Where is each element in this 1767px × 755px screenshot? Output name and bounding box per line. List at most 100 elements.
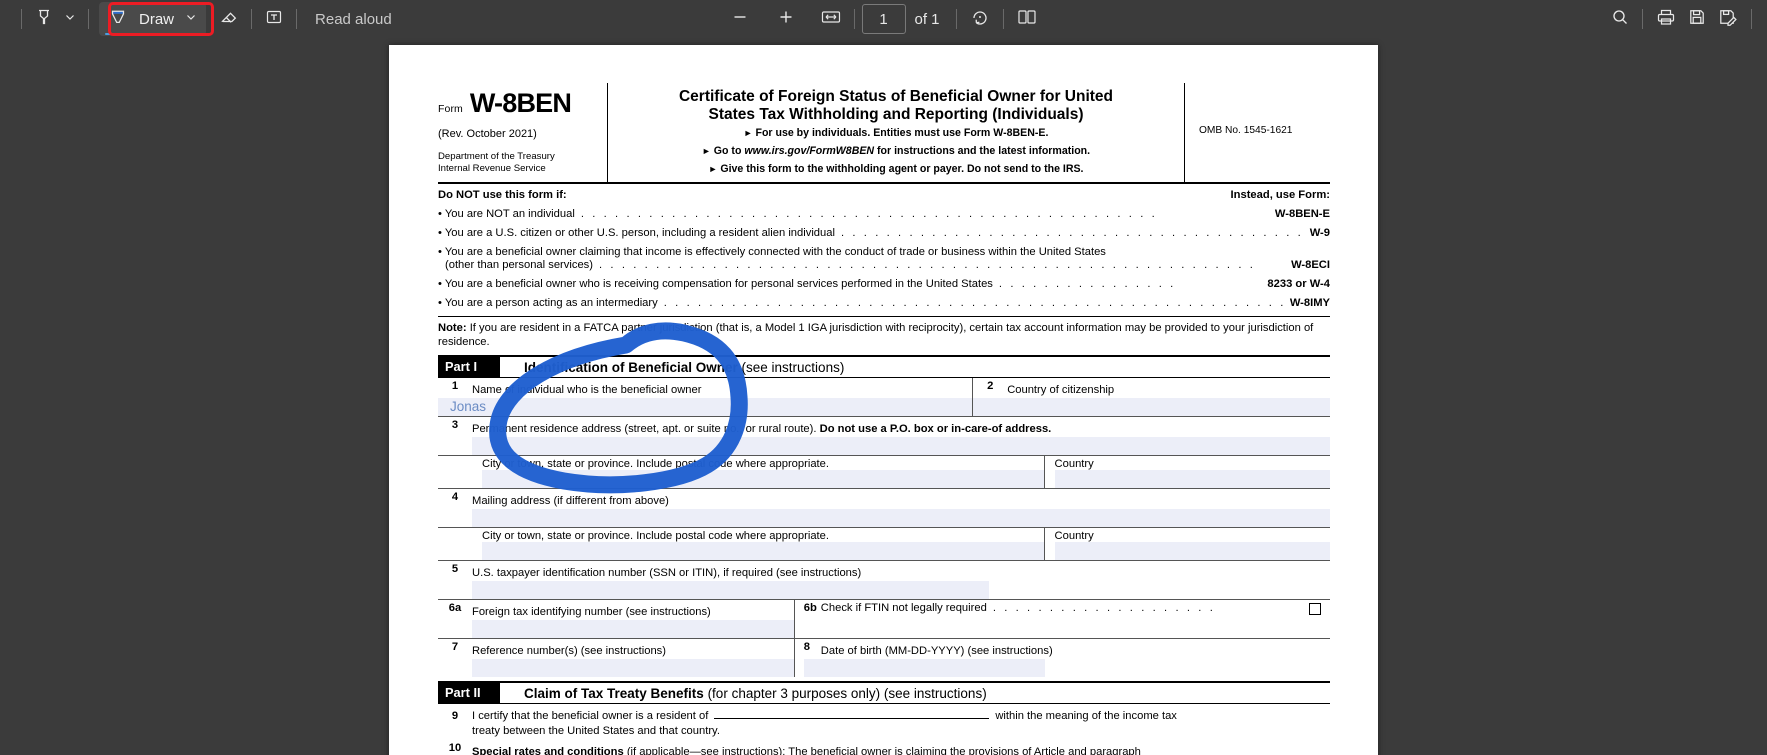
field-1-input[interactable]: Jonas — [438, 398, 973, 416]
field-3c-input[interactable] — [1054, 470, 1330, 488]
field-6a-input[interactable] — [472, 620, 794, 638]
draw-tool-group[interactable]: Draw — [99, 2, 207, 36]
read-aloud-button[interactable]: Read aloud — [304, 4, 403, 34]
field-3b-label: City or town, state or province. Include… — [482, 458, 829, 470]
field-3-label-normal: Permanent residence address (street, apt… — [472, 423, 820, 435]
leader-dots: . . . . . . . . . . . . . . . . — [998, 278, 1176, 290]
field-name-cell: 1 Name of individual who is the beneficia… — [438, 378, 974, 416]
field-7-label: Reference number(s) (see instructions) — [472, 645, 666, 657]
eraser-button[interactable] — [214, 4, 244, 34]
pdf-page[interactable]: Form W-8BEN (Rev. October 2021) Departme… — [389, 45, 1378, 755]
page-layout-icon — [1016, 7, 1038, 32]
field-9-label-line: 9 I certify that the beneficial owner is… — [438, 707, 1330, 722]
field-5-value — [472, 582, 484, 597]
item-label: You are a beneficial owner who is receiv… — [444, 278, 993, 290]
field-4-input[interactable] — [472, 509, 1330, 527]
field-3-value — [472, 438, 484, 453]
field-6a-value — [472, 621, 484, 636]
do-not-use-heading: Do NOT use this form if: — [438, 189, 567, 201]
form-row-5: 5 U.S. taxpayer identification number (SS… — [438, 561, 1330, 600]
add-text-button[interactable] — [259, 4, 289, 34]
field-7-input[interactable] — [472, 659, 794, 677]
zoom-out-button[interactable] — [724, 4, 754, 34]
triangle-right-icon: ► — [743, 128, 753, 138]
field-citizenship-cell: 2 Country of citizenship — [973, 378, 1330, 416]
page-layout-button[interactable] — [1011, 4, 1043, 34]
field-4-label-line: 4 Mailing address (if different from abov… — [438, 491, 1330, 509]
field-1-number: 1 — [451, 380, 459, 392]
field-4b-label: City or town, state or province. Include… — [482, 530, 829, 542]
field-5-input[interactable] — [472, 581, 990, 599]
print-button[interactable] — [1650, 4, 1682, 34]
field-5-number: 5 — [451, 563, 459, 575]
form-header-right: OMB No. 1545-1621 — [1185, 83, 1330, 182]
search-button[interactable] — [1605, 4, 1635, 34]
triangle-right-icon: ► — [708, 164, 718, 174]
field-3-input[interactable] — [472, 437, 1330, 455]
header-bullet-2-post: for instructions and the latest informat… — [874, 145, 1091, 157]
save-button[interactable] — [1682, 4, 1712, 34]
toolbar-divider — [251, 9, 253, 29]
department-line-1: Department of the Treasury — [438, 151, 555, 162]
item-answer: W-8ECI — [1291, 259, 1330, 271]
header-bullet-1: ► For use by individuals. Entities must … — [616, 126, 1176, 141]
do-not-use-item: • You are NOT an individual . . . . . . … — [438, 208, 1330, 220]
minus-icon — [729, 7, 749, 32]
irs-link[interactable]: www.irs.gov/FormW8BEN — [744, 145, 874, 157]
zoom-in-button[interactable] — [770, 4, 800, 34]
part-2-tag: Part II — [438, 683, 500, 703]
field-9-input[interactable] — [714, 707, 990, 719]
field-4c-input[interactable] — [1054, 542, 1330, 560]
field-6b-spacer — [795, 614, 1330, 632]
field-4-number: 4 — [451, 491, 459, 503]
highlighter-options-button[interactable] — [59, 4, 81, 34]
rotate-button[interactable] — [964, 4, 996, 34]
field-8-value — [804, 660, 816, 675]
field-2-label: Country of citizenship — [1007, 384, 1115, 396]
draw-label: Draw — [139, 10, 175, 28]
field-1-value: Jonas — [450, 399, 487, 414]
field-6b-checkbox[interactable] — [1308, 603, 1321, 615]
field-2-label-line: 2 Country of citizenship — [973, 380, 1330, 398]
form-department: Department of the Treasury Internal Reve… — [438, 151, 601, 174]
toolbar-divider — [21, 9, 22, 29]
header-bullet-3-text: Give this form to the withholding agent … — [720, 163, 1084, 175]
do-not-use-item: • You are a person acting as an intermed… — [438, 297, 1330, 309]
toolbar-divider — [853, 9, 855, 29]
field-mailing-country-cell: Country — [1045, 528, 1330, 560]
header-bullet-1-text: For use by individuals. Entities must us… — [755, 127, 1049, 139]
field-9-cell: 9 I certify that the beneficial owner is… — [438, 704, 1330, 737]
field-ftin-cell: 6a Foreign tax identifying number (see in… — [438, 600, 795, 638]
field-8-number: 8 — [803, 641, 811, 653]
field-9-line-2: treaty between the United States and tha… — [472, 725, 720, 737]
form-header-left: Form W-8BEN (Rev. October 2021) Departme… — [438, 83, 608, 182]
draw-options-button[interactable] — [180, 4, 202, 34]
form-row-4-city-country: City or town, state or province. Include… — [438, 528, 1330, 561]
field-4b-input[interactable] — [482, 542, 1044, 560]
part-1-tag: Part I — [438, 357, 500, 377]
field-3b-input[interactable] — [482, 470, 1044, 488]
field-8-label: Date of birth (MM-DD-YYYY) (see instruct… — [820, 645, 1053, 657]
fit-to-width-button[interactable] — [814, 4, 846, 34]
page-number-input[interactable]: 1 — [861, 4, 906, 34]
item-answer: 8233 or W-4 — [1267, 278, 1330, 290]
highlighter-button[interactable] — [29, 4, 59, 34]
leader-dots: . . . . . . . . . . . . . . . . . . . . — [992, 602, 1216, 614]
draw-button[interactable] — [103, 4, 133, 34]
field-1-label: Name of individual who is the beneficial… — [472, 384, 702, 396]
item-text: • You are a beneficial owner claiming th… — [438, 246, 1106, 258]
field-2-input[interactable] — [973, 398, 1330, 416]
field-3-label-line: 3 Permanent residence address (street, ap… — [438, 419, 1330, 437]
part-2-title: Claim of Tax Treaty Benefits (for chapte… — [500, 686, 987, 701]
form-header-center: Certificate of Foreign Status of Benefic… — [608, 83, 1185, 182]
part-1-title-note: (see instructions) — [741, 359, 845, 375]
pdf-document-area[interactable]: Form W-8BEN (Rev. October 2021) Departme… — [0, 38, 1767, 755]
triangle-right-icon: ► — [701, 146, 711, 156]
do-not-use-item-sub: (other than personal services) . . . . .… — [438, 259, 1330, 271]
eraser-icon — [219, 7, 239, 32]
save-as-button[interactable] — [1712, 4, 1744, 34]
field-8-input[interactable] — [803, 659, 1045, 677]
toolbar-divider — [296, 9, 298, 29]
field-4-value — [472, 510, 484, 525]
leader-dots: . . . . . . . . . . . . . . . . . . . . … — [599, 259, 1256, 271]
